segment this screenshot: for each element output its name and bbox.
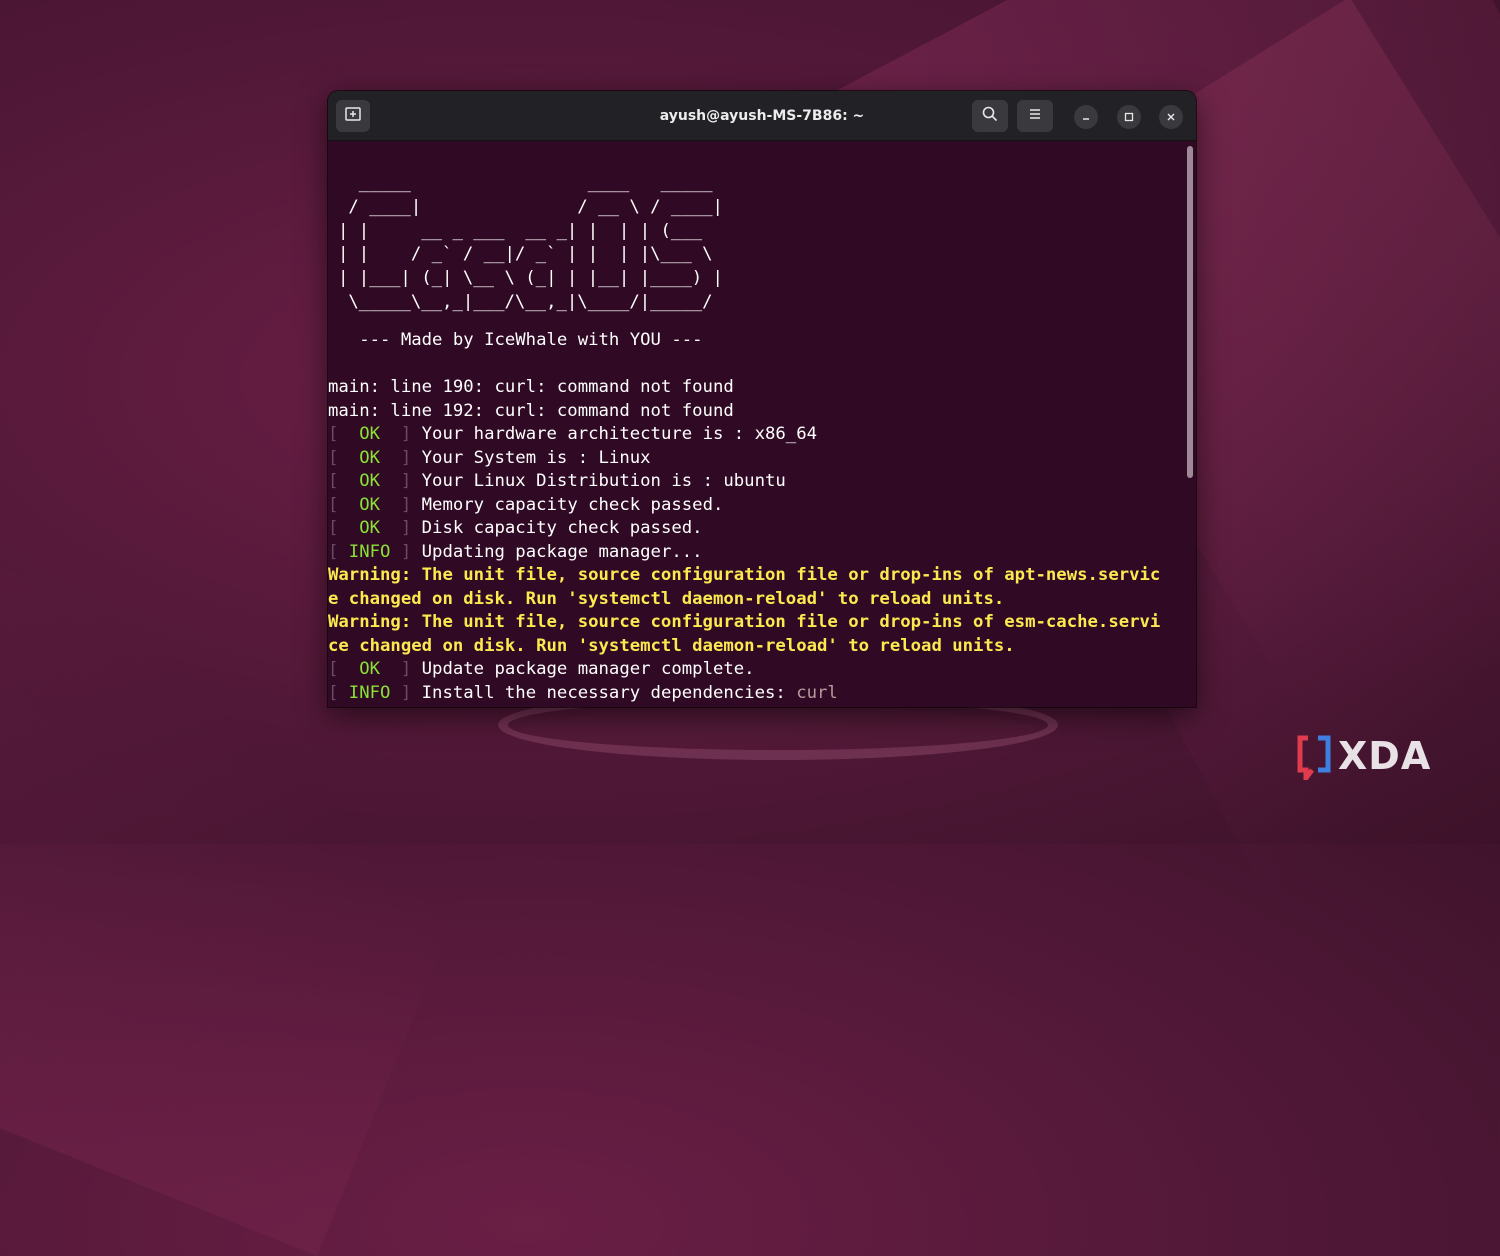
info-tag: INFO bbox=[338, 682, 401, 703]
hamburger-menu-icon bbox=[1027, 106, 1043, 126]
ok-tag: OK bbox=[338, 494, 401, 515]
warning-line: Warning: The unit file, source configura… bbox=[328, 612, 1161, 632]
status-line: [ OK ] Memory capacity check passed. bbox=[328, 494, 724, 515]
warning-line: ce changed on disk. Run 'systemctl daemo… bbox=[328, 635, 1015, 656]
window-title: ayush@ayush-MS-7B86: ~ bbox=[659, 107, 865, 124]
xda-watermark: XDA bbox=[1296, 731, 1446, 786]
minimize-button[interactable] bbox=[1074, 105, 1098, 129]
warning-line: Warning: The unit file, source configura… bbox=[328, 565, 1161, 585]
search-button[interactable] bbox=[972, 100, 1008, 132]
xda-logo-icon bbox=[1296, 734, 1336, 786]
menu-button[interactable] bbox=[1017, 100, 1053, 132]
status-line: [ OK ] Your hardware architecture is : x… bbox=[328, 424, 818, 444]
ascii-line: | |___| (_| \__ \ (_| | |__| |____) | bbox=[338, 268, 723, 289]
status-line: [ OK ] Your System is : Linux bbox=[328, 447, 651, 468]
ok-tag: OK bbox=[338, 659, 401, 679]
ascii-line: _____ ____ _____ bbox=[338, 173, 723, 193]
terminal-output[interactable]: _____ ____ _____ / ____| / __ \ / ____| … bbox=[328, 141, 1184, 707]
status-line: [ OK ] Your Linux Distribution is : ubun… bbox=[328, 471, 786, 491]
search-icon bbox=[981, 105, 999, 127]
maximize-button[interactable] bbox=[1117, 105, 1141, 129]
error-line: main: line 192: curl: command not found bbox=[328, 400, 734, 421]
status-line: [ OK ] Update package manager complete. bbox=[328, 659, 755, 679]
terminal-window[interactable]: ayush@ayush-MS-7B86: ~ _____ ____ _____ … bbox=[328, 91, 1196, 707]
terminal-scrollbar[interactable] bbox=[1187, 146, 1193, 478]
maximize-icon bbox=[1123, 108, 1135, 127]
ok-tag: OK bbox=[338, 424, 401, 444]
xda-logo-text: XDA bbox=[1338, 734, 1432, 778]
status-line: [ INFO ] Install the necessary dependenc… bbox=[328, 682, 838, 703]
close-button[interactable] bbox=[1159, 105, 1183, 129]
new-tab-icon bbox=[344, 105, 362, 127]
casaos-ascii-logo: _____ ____ _____ / ____| / __ \ / ____| … bbox=[338, 172, 758, 315]
new-tab-button[interactable] bbox=[336, 100, 370, 132]
status-line: [ INFO ] Updating package manager... bbox=[328, 541, 703, 562]
ascii-line: / ____| / __ \ / ____| bbox=[338, 196, 723, 217]
ok-tag: OK bbox=[338, 447, 401, 468]
minimize-icon bbox=[1080, 108, 1092, 127]
dependency-name: curl bbox=[796, 682, 838, 703]
close-icon bbox=[1165, 108, 1177, 127]
made-by-line: --- Made by IceWhale with YOU --- bbox=[328, 330, 703, 350]
title-bar[interactable]: ayush@ayush-MS-7B86: ~ bbox=[328, 91, 1196, 141]
info-tag: INFO bbox=[338, 541, 401, 562]
warning-line: e changed on disk. Run 'systemctl daemon… bbox=[328, 588, 1005, 609]
ok-tag: OK bbox=[338, 518, 401, 538]
error-line: main: line 190: curl: command not found bbox=[328, 377, 734, 397]
install-log: main: line 190: curl: command not found … bbox=[328, 376, 1160, 705]
ascii-line: | | __ _ ___ __ _| | | | (___ bbox=[338, 220, 723, 241]
ascii-line: | | / _` / __|/ _` | | | |\___ \ bbox=[338, 244, 723, 265]
status-line: [ OK ] Disk capacity check passed. bbox=[328, 518, 703, 538]
ascii-line: \_____\__,_|___/\__,_|\____/|_____/ bbox=[338, 291, 723, 312]
ok-tag: OK bbox=[338, 471, 401, 491]
